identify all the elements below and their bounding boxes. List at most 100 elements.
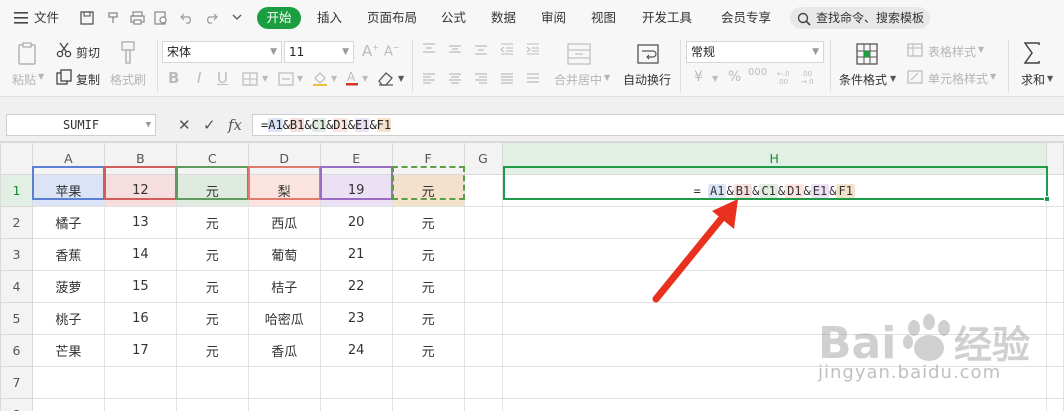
align-left-icon[interactable]	[420, 72, 438, 86]
cell-d5[interactable]: 哈密瓜	[247, 302, 321, 335]
decrease-decimal-icon[interactable]: .00 →.0	[800, 67, 820, 87]
cell-d3[interactable]: 葡萄	[247, 238, 321, 271]
column-header-d[interactable]: D	[247, 142, 321, 175]
tab-insert[interactable]: 插入	[317, 0, 342, 36]
borders-icon[interactable]	[240, 71, 260, 87]
cell-b1[interactable]: 12	[103, 174, 177, 207]
fill-color-icon[interactable]	[310, 69, 330, 87]
row-header-6[interactable]: 6	[0, 334, 33, 367]
justify-icon[interactable]	[498, 72, 516, 86]
format-painter-button[interactable]: 格式刷	[110, 71, 146, 88]
cell-h4[interactable]	[501, 270, 1047, 303]
borders-dropdown-icon[interactable]: ▼	[262, 74, 268, 83]
cell-d1[interactable]: 梨	[247, 174, 321, 207]
copy-button[interactable]: 复制	[76, 71, 100, 88]
cell-g6[interactable]	[463, 334, 503, 367]
cell-b8[interactable]	[103, 398, 177, 411]
eraser-icon[interactable]	[376, 69, 396, 87]
increase-decimal-icon[interactable]: ←.0.00	[776, 67, 796, 87]
cell-c3[interactable]: 元	[175, 238, 249, 271]
cell-e2[interactable]: 20	[319, 206, 393, 239]
font-size-select[interactable]: 11 ▼	[284, 41, 354, 63]
align-center-icon[interactable]	[446, 72, 464, 86]
cell-f7[interactable]	[391, 366, 465, 399]
conditional-format-button[interactable]: 条件格式	[839, 71, 887, 88]
row-header-4[interactable]: 4	[0, 270, 33, 303]
save-icon[interactable]	[78, 9, 96, 27]
cell-c2[interactable]: 元	[175, 206, 249, 239]
quick-access-dropdown-icon[interactable]	[228, 9, 246, 27]
distributed-align-icon[interactable]	[524, 72, 542, 86]
sum-dropdown-icon[interactable]: ▼	[1047, 74, 1053, 83]
cell-e5[interactable]: 23	[319, 302, 393, 335]
cell-d4[interactable]: 桔子	[247, 270, 321, 303]
column-header-b[interactable]: B	[103, 142, 177, 175]
font-name-select[interactable]: 宋体 ▼	[162, 41, 282, 63]
cell-f3[interactable]: 元	[391, 238, 465, 271]
undo-icon[interactable]	[178, 9, 196, 27]
row-header-1[interactable]: 1	[0, 174, 33, 207]
redo-icon[interactable]	[202, 9, 220, 27]
indent-increase-icon[interactable]	[524, 42, 542, 56]
cell-f4[interactable]: 元	[391, 270, 465, 303]
select-all-corner[interactable]	[0, 142, 33, 175]
font-shrink-button[interactable]: A−	[384, 43, 400, 59]
cell-i6[interactable]	[1045, 334, 1064, 367]
row-header-3[interactable]: 3	[0, 238, 33, 271]
cell-b3[interactable]: 14	[103, 238, 177, 271]
tab-developer[interactable]: 开发工具	[642, 0, 692, 36]
indent-decrease-icon[interactable]	[498, 42, 516, 56]
cell-a3[interactable]: 香蕉	[31, 238, 105, 271]
tab-review[interactable]: 审阅	[541, 0, 566, 36]
confirm-formula-icon[interactable]: ✓	[203, 115, 216, 135]
align-top-icon[interactable]	[420, 42, 438, 56]
merge-center-dropdown-icon[interactable]: ▼	[604, 73, 610, 82]
cell-g3[interactable]	[463, 238, 503, 271]
merge-cells-icon[interactable]	[276, 71, 296, 87]
cell-a7[interactable]	[31, 366, 105, 399]
cell-c8[interactable]	[175, 398, 249, 411]
cell-i4[interactable]	[1045, 270, 1064, 303]
cell-c5[interactable]: 元	[175, 302, 249, 335]
cell-h8[interactable]	[501, 398, 1047, 411]
cell-a2[interactable]: 橘子	[31, 206, 105, 239]
cell-i8[interactable]	[1045, 398, 1064, 411]
thousands-separator-button[interactable]: 000	[748, 67, 767, 78]
cell-h2[interactable]	[501, 206, 1047, 239]
cell-g2[interactable]	[463, 206, 503, 239]
row-header-7[interactable]: 7	[0, 366, 33, 399]
column-header-h[interactable]: H	[501, 142, 1047, 175]
column-header-empty[interactable]	[1045, 142, 1064, 175]
tab-view[interactable]: 视图	[591, 0, 616, 36]
merge-dropdown-icon[interactable]: ▼	[297, 74, 303, 83]
cell-e6[interactable]: 24	[319, 334, 393, 367]
cell-b4[interactable]: 15	[103, 270, 177, 303]
table-style-dropdown-icon[interactable]: ▼	[978, 45, 984, 54]
cell-c1[interactable]: 元	[175, 174, 249, 207]
fill-color-dropdown-icon[interactable]: ▼	[331, 74, 337, 83]
table-style-button[interactable]: 表格样式	[928, 43, 976, 60]
currency-button[interactable]: ¥	[694, 69, 703, 85]
percent-button[interactable]: %	[728, 69, 741, 85]
file-menu[interactable]: 文件	[34, 0, 59, 36]
cell-a6[interactable]: 芒果	[31, 334, 105, 367]
cell-i1[interactable]	[1045, 174, 1064, 207]
cell-f2[interactable]: 元	[391, 206, 465, 239]
paste-icon[interactable]	[14, 41, 40, 67]
tab-home[interactable]: 开始	[257, 7, 301, 29]
cell-a1[interactable]: 苹果	[31, 174, 105, 207]
cell-e3[interactable]: 21	[319, 238, 393, 271]
sum-button[interactable]: 求和	[1021, 71, 1045, 88]
italic-button[interactable]: I	[197, 69, 201, 87]
cell-e7[interactable]	[319, 366, 393, 399]
font-grow-button[interactable]: A+	[362, 42, 379, 60]
cell-d7[interactable]	[247, 366, 321, 399]
cell-h5[interactable]	[501, 302, 1047, 335]
cell-g7[interactable]	[463, 366, 503, 399]
cell-f8[interactable]	[391, 398, 465, 411]
tab-data[interactable]: 数据	[491, 0, 516, 36]
cell-d8[interactable]	[247, 398, 321, 411]
font-color-icon[interactable]: A	[343, 69, 361, 87]
conditional-format-dropdown-icon[interactable]: ▼	[890, 74, 896, 83]
row-header-8[interactable]: 8	[0, 398, 33, 411]
